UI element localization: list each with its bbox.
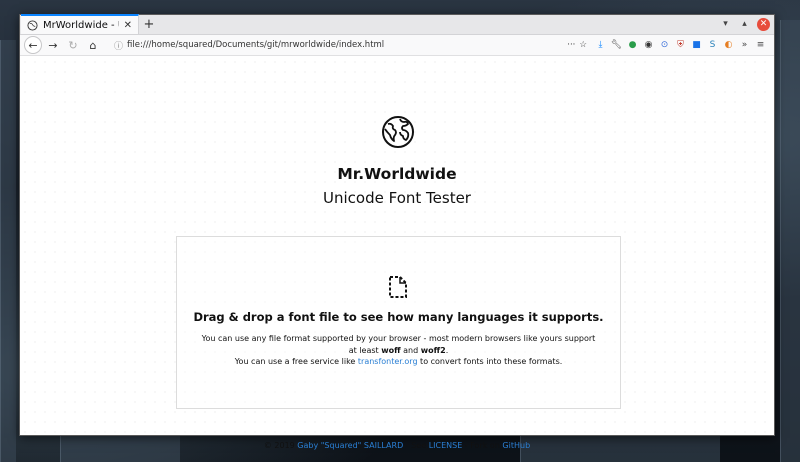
extension-green-icon[interactable]: ● xyxy=(627,40,638,51)
tab-mrworldwide[interactable]: MrWorldwide - Unicode ✕ xyxy=(21,14,139,34)
window-close-icon[interactable]: ✕ xyxy=(757,18,770,31)
dropzone-heading: Drag & drop a font file to see how many … xyxy=(193,310,604,324)
page-content: Mr.Worldwide Unicode Font Tester Drag & … xyxy=(20,57,774,450)
extension-icons: ⤓ 🔧︎ ● ◉ ⊙ ⛨ ■ S ◐ » ≡ xyxy=(595,40,766,51)
period-text: . xyxy=(445,345,449,355)
see-text: - See xyxy=(403,441,429,450)
transfonter-link[interactable]: transfonter.org xyxy=(358,357,418,366)
new-tab-button[interactable]: + xyxy=(139,14,159,34)
fork-text: - Fork on xyxy=(462,441,503,450)
tab-title: MrWorldwide - Unicode xyxy=(43,19,119,31)
extension-dark-icon[interactable]: ◉ xyxy=(643,40,654,51)
woff-format: woff xyxy=(381,345,401,355)
wallpaper-building xyxy=(0,40,16,462)
file-icon xyxy=(389,276,407,298)
wrench-icon[interactable]: 🔧︎ xyxy=(611,40,622,51)
page-subtitle: Unicode Font Tester xyxy=(323,189,471,207)
dropzone-description: You can use any file format supported by… xyxy=(197,333,600,368)
browser-window: MrWorldwide - Unicode ✕ + ▾ ▴ ✕ ← → ↻ ⌂ … xyxy=(19,14,775,450)
copyright-text: © 2019 xyxy=(263,441,298,450)
extension-orange-icon[interactable]: ◐ xyxy=(723,40,734,51)
license-link[interactable]: LICENSE xyxy=(429,441,463,450)
extension-blue-icon[interactable]: ⊙ xyxy=(659,40,670,51)
dropzone-line2: You can use a free service like xyxy=(234,357,358,366)
restore-icon[interactable]: ▴ xyxy=(738,18,751,31)
author-link[interactable]: Gaby "Squared" SAILLARD xyxy=(297,441,403,450)
extension-s-icon[interactable]: S xyxy=(707,40,718,51)
close-icon[interactable]: ✕ xyxy=(124,20,132,31)
wallpaper-building xyxy=(780,20,800,462)
shield-icon[interactable]: ⛨ xyxy=(675,40,686,51)
globe-favicon-icon xyxy=(27,19,38,31)
url-bar[interactable]: ⓘ file:///home/squared/Documents/git/mrw… xyxy=(108,37,593,54)
reload-icon[interactable]: ↻ xyxy=(64,36,82,54)
window-controls: ▾ ▴ ✕ xyxy=(719,18,770,31)
navigation-toolbar: ← → ↻ ⌂ ⓘ file:///home/squared/Documents… xyxy=(20,35,774,56)
page-actions-icon[interactable]: ··· xyxy=(567,40,575,50)
extension-square-icon[interactable]: ■ xyxy=(691,40,702,51)
url-text: file:///home/squared/Documents/git/mrwor… xyxy=(127,40,385,50)
overflow-chevron-icon[interactable]: » xyxy=(739,40,750,51)
download-icon[interactable]: ⤓ xyxy=(595,40,606,51)
hamburger-menu-icon[interactable]: ≡ xyxy=(755,40,766,51)
home-icon[interactable]: ⌂ xyxy=(84,36,102,54)
bookmark-star-icon[interactable]: ☆ xyxy=(579,40,587,50)
back-arrow-icon[interactable]: ← xyxy=(24,36,42,54)
and-text: and xyxy=(400,345,421,355)
font-dropzone[interactable]: Drag & drop a font file to see how many … xyxy=(176,236,621,409)
info-icon[interactable]: ⓘ xyxy=(114,39,123,52)
forward-arrow-icon[interactable]: → xyxy=(44,36,62,54)
dropzone-line2-end: to convert fonts into these formats. xyxy=(417,357,563,366)
tab-bar: MrWorldwide - Unicode ✕ + ▾ ▴ ✕ xyxy=(20,14,774,35)
globe-icon xyxy=(382,116,414,148)
page-footer: © 2019 Gaby "Squared" SAILLARD - See LIC… xyxy=(20,441,774,450)
woff2-format: woff2 xyxy=(420,345,446,355)
page-title: Mr.Worldwide xyxy=(337,165,457,183)
minimize-icon[interactable]: ▾ xyxy=(719,18,732,31)
github-link[interactable]: GitHub xyxy=(502,441,530,450)
